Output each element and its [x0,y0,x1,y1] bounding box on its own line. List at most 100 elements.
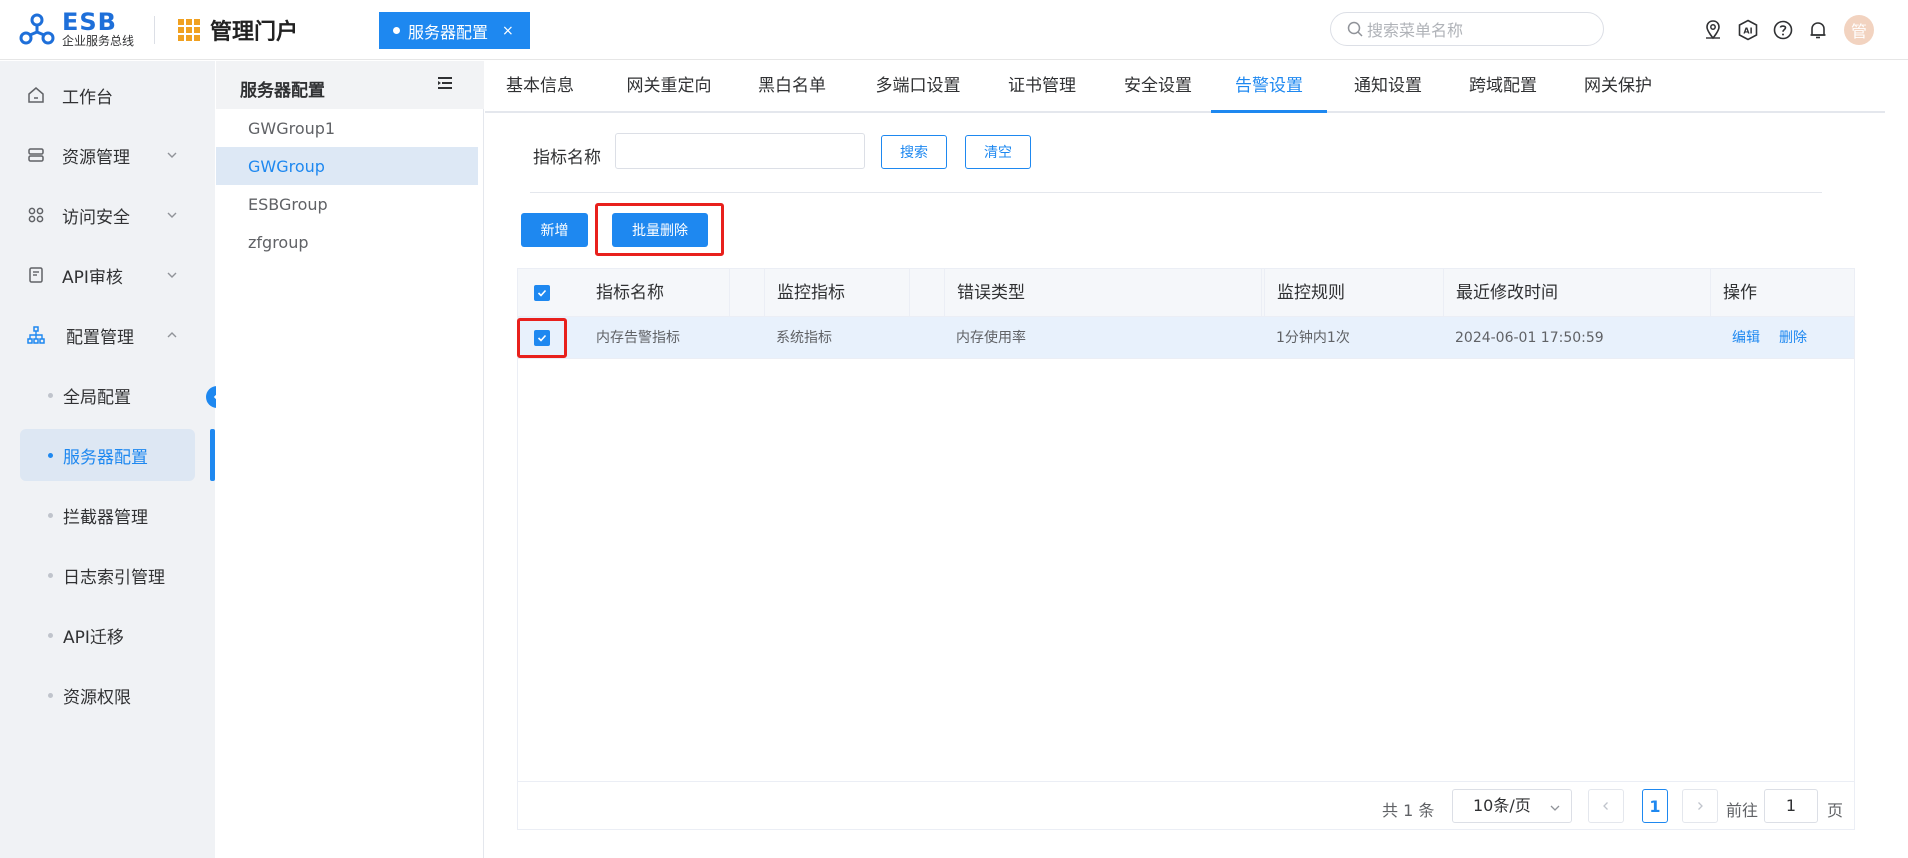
sidebar-subitem-interceptor[interactable]: 拦截器管理 [20,489,195,541]
tab-security[interactable]: 安全设置 [1119,61,1197,113]
portal-title-area: 管理门户 [178,14,298,46]
sidebar-subitem-resource-permission[interactable]: 资源权限 [20,669,195,721]
chevron-right-icon [1698,802,1703,810]
select-all-checkbox[interactable] [534,285,550,301]
menu-search-input[interactable]: 搜索菜单名称 [1330,12,1604,46]
sidebar-item-config-management[interactable]: 配置管理 [0,315,215,355]
search-button[interactable]: 搜索 [881,135,947,169]
active-indicator [210,429,215,481]
total-count: 共 1 条 [1382,801,1435,820]
main-content: 基本信息 网关重定向 黑白名单 多端口设置 证书管理 安全设置 告警设置 通知设… [485,61,1908,858]
cell-monitor-rule: 1分钟内1次 [1276,330,1350,346]
chevron-left-icon [1603,802,1608,810]
add-button[interactable]: 新增 [521,213,588,247]
sidebar-subitem-label: 服务器配置 [63,447,148,468]
bullet-icon [48,632,53,638]
tab-alert-settings[interactable]: 告警设置 [1211,61,1327,113]
goto-page-input[interactable]: 1 [1764,789,1818,823]
prev-page-button[interactable] [1588,789,1624,823]
cell-error-type: 内存使用率 [956,330,1026,346]
left-navigation: 工作台 资源管理 访问安全 API审核 配置管理 全局配置 服务器配置 拦截器管… [0,61,215,858]
group-item[interactable]: GWGroup1 [216,109,478,147]
table-row[interactable]: 内存告警指标 系统指标 内存使用率 1分钟内1次 2024-06-01 17:5… [517,317,1854,359]
page-size-select[interactable]: 10条/页 [1452,789,1572,823]
tab-multi-port[interactable]: 多端口设置 [869,61,967,113]
next-page-button[interactable] [1682,789,1718,823]
highlight-box [595,203,724,256]
bell-icon[interactable] [1805,17,1830,43]
bullet-icon [48,512,53,518]
cell-metric-name: 内存告警指标 [596,330,680,346]
group-item[interactable]: zfgroup [216,223,478,261]
divider [530,192,1822,193]
clear-button[interactable]: 清空 [965,135,1031,169]
chevron-up-icon [167,332,177,338]
search-placeholder: 搜索菜单名称 [1367,21,1464,40]
tab-gateway-redirect[interactable]: 网关重定向 [620,61,718,113]
edit-link[interactable]: 编辑 [1732,317,1760,359]
help-icon[interactable] [1770,17,1795,43]
sidebar-subitem-label: 拦截器管理 [63,507,148,528]
alert-metrics-table: 指标名称 监控指标 错误类型 监控规则 最近修改时间 操作 内存告警指标 系统指… [517,268,1855,830]
table-header: 指标名称 监控指标 错误类型 监控规则 最近修改时间 操作 [518,269,1854,317]
chevron-down-icon [167,272,177,278]
metric-name-input[interactable] [615,133,865,169]
esb-logo: ESB 企业服务总线 [18,8,148,50]
cell-monitor-metric: 系统指标 [776,330,832,346]
sidebar-item-label: 工作台 [62,87,113,108]
group-panel-title: 服务器配置 [240,81,325,101]
group-item-selected[interactable]: GWGroup [216,147,478,185]
tab-black-white-list[interactable]: 黑白名单 [753,61,831,113]
page-suffix: 页 [1827,801,1844,820]
group-panel-header: 服务器配置 [216,61,484,109]
page-size-value: 10条/页 [1473,796,1531,815]
tab-active-dot [393,27,400,34]
chevron-down-icon [167,152,177,158]
sidebar-subitem-global-config[interactable]: 全局配置 [20,369,195,421]
sidebar-subitem-log-index[interactable]: 日志索引管理 [20,549,195,601]
close-icon[interactable]: × [502,23,514,39]
delete-link[interactable]: 删除 [1779,317,1807,359]
top-bar: ESB 企业服务总线 管理门户 服务器配置 × 搜索菜单名称 AI 管 [0,0,1908,60]
user-avatar[interactable]: 管 [1844,15,1874,45]
svg-text:AI: AI [1743,27,1752,36]
menu-fold-icon[interactable] [436,75,454,91]
tab-cors[interactable]: 跨域配置 [1464,61,1542,113]
sidebar-subitem-label: 日志索引管理 [63,567,165,588]
sidebar-subitem-api-migration[interactable]: API迁移 [20,609,195,661]
bullet-icon [48,452,53,458]
org-chart-icon [27,326,45,344]
sidebar-item-workbench[interactable]: 工作台 [0,75,215,115]
logo-title: ESB [62,8,117,36]
sidebar-item-label: API审核 [62,267,123,288]
bullet-icon [48,392,53,398]
ai-icon[interactable]: AI [1735,17,1760,43]
open-tab-server-config[interactable]: 服务器配置 × [379,12,530,49]
sidebar-subitem-server-config[interactable]: 服务器配置 [20,429,195,481]
chevron-down-icon [1550,805,1560,811]
tab-basic-info[interactable]: 基本信息 [501,61,579,113]
filter-label: 指标名称 [533,148,601,168]
search-icon [1347,21,1363,37]
tab-certificates[interactable]: 证书管理 [1003,61,1081,113]
apps-grid-icon[interactable] [178,19,200,41]
sidebar-subitem-label: 全局配置 [63,387,131,408]
chevron-down-icon [167,212,177,218]
server-icon [28,148,44,162]
tab-notification[interactable]: 通知设置 [1349,61,1427,113]
bullet-icon [48,572,53,578]
column-header: 监控指标 [764,269,910,317]
sidebar-item-resources[interactable]: 资源管理 [0,135,215,175]
header-divider [154,16,155,44]
sidebar-item-label: 访问安全 [62,207,130,228]
sidebar-item-api-audit[interactable]: API审核 [0,255,215,295]
tab-gateway-protection[interactable]: 网关保护 [1579,61,1657,113]
pagination: 共 1 条 10条/页 1 前往 1 页 [518,781,1854,829]
column-header: 错误类型 [944,269,1262,317]
group-panel: 服务器配置 GWGroup1 GWGroup ESBGroup zfgroup [216,61,484,858]
sidebar-item-access-security[interactable]: 访问安全 [0,195,215,235]
location-icon[interactable] [1700,17,1725,43]
open-tab-label: 服务器配置 [408,22,489,42]
current-page[interactable]: 1 [1642,789,1668,823]
group-item[interactable]: ESBGroup [216,185,478,223]
